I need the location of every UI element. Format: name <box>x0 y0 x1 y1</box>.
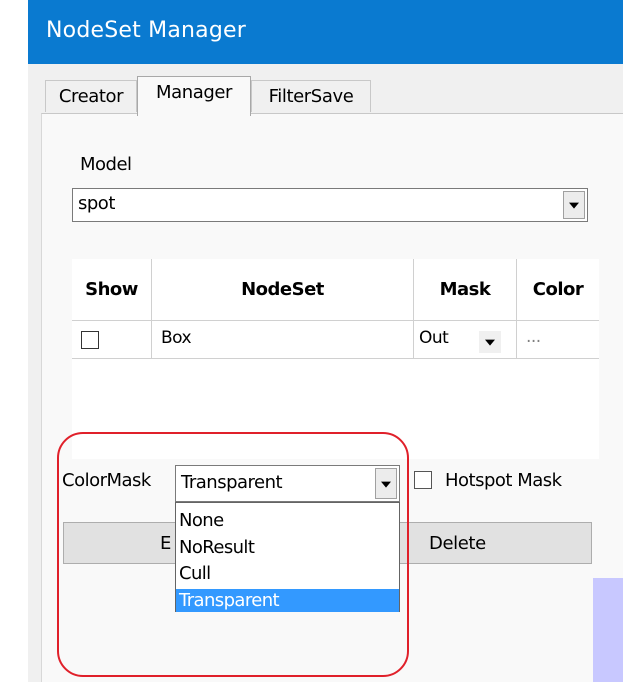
nodeset-grid: Show NodeSet Mask Color Box Out ... <box>72 259 599 459</box>
model-select[interactable]: spot <box>72 188 588 222</box>
colormask-select[interactable]: Transparent <box>175 465 400 502</box>
colormask-dropdown-button[interactable] <box>375 468 397 499</box>
colormask-option-cull[interactable]: Cull <box>176 562 399 585</box>
model-label: Model <box>80 154 132 175</box>
colormask-option-transparent[interactable]: Transparent <box>176 589 399 612</box>
hotspot-mask-label: Hotspot Mask <box>445 470 562 491</box>
window-titlebar: NodeSet Manager <box>28 0 623 64</box>
table-row-show-cell[interactable] <box>72 321 152 359</box>
edit-button-label: E <box>160 533 171 554</box>
background-purple-region <box>593 578 623 682</box>
nodeset-name: Box <box>161 328 192 348</box>
colormask-dropdown-list: None NoResult Cull Transparent <box>175 502 400 612</box>
tab-manager[interactable]: Manager <box>137 76 251 116</box>
colormask-select-value: Transparent <box>181 472 283 493</box>
tab-filtersave-label: FilterSave <box>268 86 354 107</box>
grid-header-color[interactable]: Color <box>517 259 599 321</box>
chevron-down-icon <box>569 202 579 209</box>
hotspot-mask-checkbox[interactable] <box>414 471 432 489</box>
table-row-nodeset-cell[interactable]: Box <box>152 321 414 359</box>
chevron-down-icon <box>381 481 391 488</box>
tab-creator-label: Creator <box>58 86 124 107</box>
table-row-mask-cell[interactable]: Out <box>414 321 517 359</box>
colormask-option-noresult[interactable]: NoResult <box>176 536 399 559</box>
grid-header-mask[interactable]: Mask <box>414 259 517 321</box>
chevron-down-icon <box>485 339 495 346</box>
grid-header-nodeset[interactable]: NodeSet <box>152 259 414 321</box>
tab-filtersave[interactable]: FilterSave <box>251 80 371 112</box>
tab-manager-label: Manager <box>155 82 233 103</box>
model-select-value: spot <box>78 193 115 214</box>
table-row-color-cell[interactable]: ... <box>517 321 599 359</box>
mask-dropdown-button[interactable] <box>479 331 501 353</box>
color-picker-ellipsis[interactable]: ... <box>526 327 541 347</box>
delete-button-label: Delete <box>429 533 486 554</box>
tab-creator[interactable]: Creator <box>45 80 137 112</box>
show-checkbox[interactable] <box>81 331 99 349</box>
grid-header-show[interactable]: Show <box>72 259 152 321</box>
model-dropdown-button[interactable] <box>563 191 585 219</box>
colormask-label: ColorMask <box>62 470 151 491</box>
colormask-option-none[interactable]: None <box>176 509 399 532</box>
window-title: NodeSet Manager <box>46 18 246 43</box>
mask-value: Out <box>419 328 449 348</box>
panel-left-edge <box>28 408 41 682</box>
